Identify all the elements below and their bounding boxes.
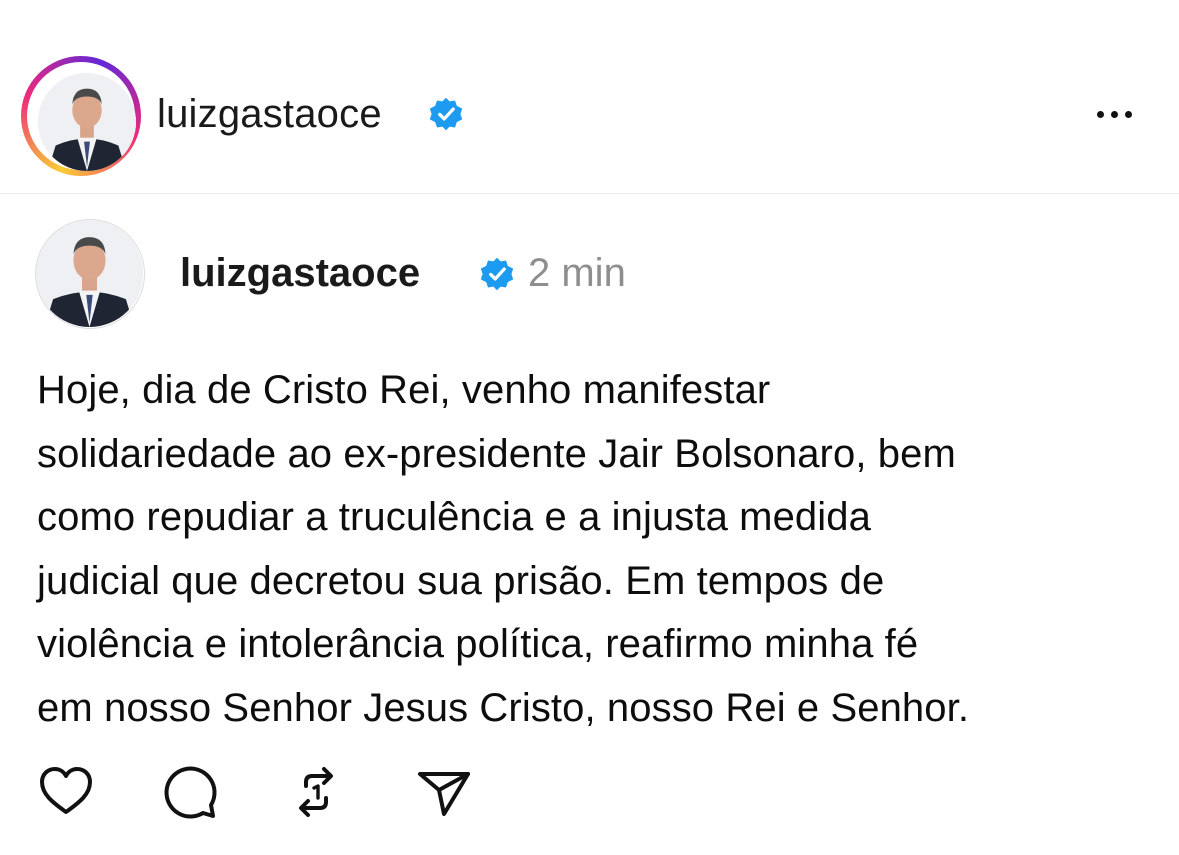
more-options-button[interactable] [1084,96,1144,132]
comment-icon [164,766,217,819]
more-dots-icon [1096,110,1104,118]
repost-button[interactable] [284,760,348,824]
action-bar [0,760,600,830]
verified-badge-icon [429,97,463,131]
post-text: Hoje, dia de Cristo Rei, venho manifesta… [37,368,970,730]
story-ring[interactable] [21,56,141,176]
heart-icon [40,767,92,814]
verified-badge-icon [480,257,514,291]
like-button[interactable] [34,760,98,824]
share-icon [418,772,470,816]
profile-header: luizgastaoce [0,0,1179,194]
header-username[interactable]: luizgastaoce [157,90,382,138]
repost-icon [299,767,333,817]
post-avatar[interactable] [35,219,145,329]
post-username[interactable]: luizgastaoce [180,249,420,297]
comment-button[interactable] [158,760,222,824]
post-timestamp: 2 min [528,251,626,295]
share-button[interactable] [412,760,476,824]
avatar-image [36,220,143,327]
avatar[interactable] [38,73,136,171]
